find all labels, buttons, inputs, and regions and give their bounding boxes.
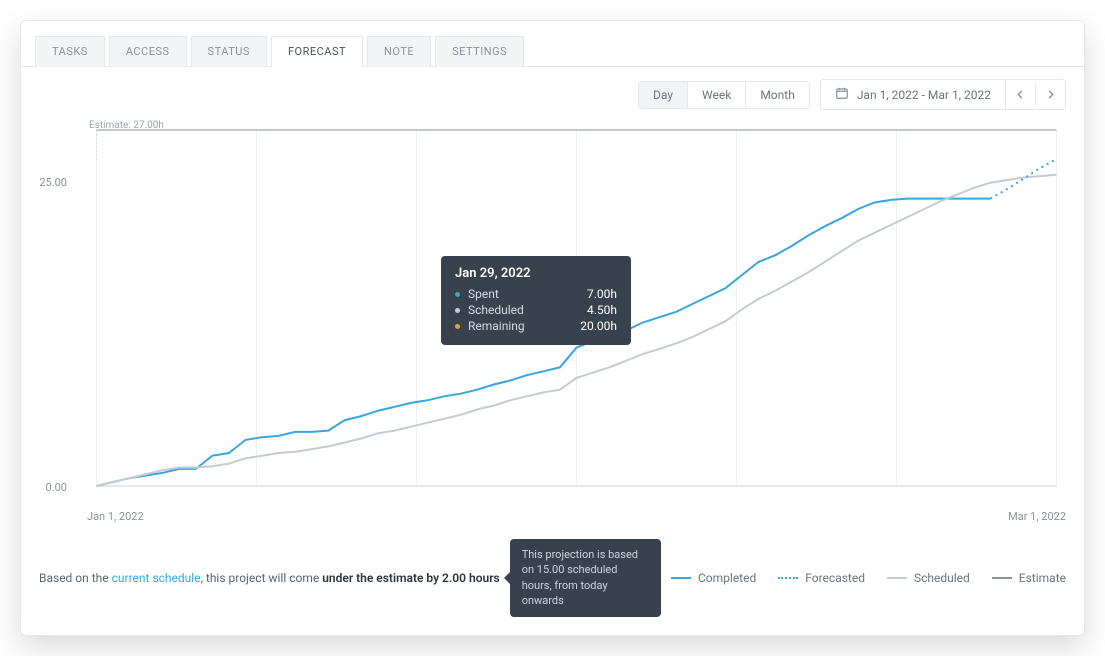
projection-summary: Based on the current schedule, this proj…	[39, 571, 500, 585]
legend-item-scheduled: Scheduled	[887, 571, 970, 585]
forecast-card: TASKSACCESSSTATUSFORECASTNOTESETTINGS Da…	[20, 20, 1085, 636]
x-axis-labels: Jan 1, 2022 Mar 1, 2022	[21, 506, 1084, 529]
tooltip-remaining-label: Remaining	[468, 319, 572, 333]
date-range-control: Jan 1, 2022 - Mar 1, 2022	[820, 79, 1066, 110]
calendar-icon	[835, 86, 849, 103]
legend-label: Scheduled	[914, 571, 970, 585]
view-mode-segment: DayWeekMonth	[638, 81, 810, 109]
date-next-button[interactable]	[1035, 84, 1065, 105]
legend-swatch	[992, 577, 1012, 579]
dot-spent	[455, 292, 460, 297]
tooltip-spent-label: Spent	[468, 287, 579, 301]
tab-settings[interactable]: SETTINGS	[435, 36, 524, 67]
date-prev-button[interactable]	[1006, 84, 1035, 105]
current-schedule-link[interactable]: current schedule	[112, 571, 201, 585]
tooltip-scheduled-label: Scheduled	[468, 303, 579, 317]
date-range-input[interactable]: Jan 1, 2022 - Mar 1, 2022	[821, 80, 1006, 109]
view-mode-month[interactable]: Month	[746, 82, 808, 108]
legend-label: Completed	[698, 571, 756, 585]
dot-scheduled	[455, 308, 460, 313]
view-mode-week[interactable]: Week	[688, 82, 746, 108]
footer: Based on the current schedule, this proj…	[21, 529, 1084, 635]
x-start-label: Jan 1, 2022	[87, 510, 144, 523]
legend-label: Forecasted	[805, 571, 865, 585]
tab-forecast[interactable]: FORECAST	[271, 36, 363, 67]
legend-label: Estimate	[1019, 571, 1066, 585]
tab-bar: TASKSACCESSSTATUSFORECASTNOTESETTINGS	[21, 21, 1084, 67]
legend-item-forecasted: Forecasted	[778, 571, 865, 585]
tooltip-scheduled: 4.50h	[587, 303, 617, 317]
dot-remaining	[455, 324, 460, 329]
tooltip-spent: 7.00h	[587, 287, 617, 301]
tooltip-remaining: 20.00h	[580, 319, 617, 333]
legend-item-completed: Completed	[671, 571, 756, 585]
tooltip-date: Jan 29, 2022	[455, 266, 617, 281]
x-end-label: Mar 1, 2022	[1008, 510, 1066, 523]
series-forecasted	[990, 159, 1056, 199]
projection-balloon: This projection is based on 15.00 schedu…	[510, 539, 661, 617]
legend-item-estimate: Estimate	[992, 571, 1066, 585]
tab-note[interactable]: NOTE	[367, 36, 431, 67]
chart-area: Estimate: 27.00h 25.00 0.00 Jan 29	[21, 116, 1084, 506]
y-tick-0: 0.00	[27, 481, 67, 494]
tab-access[interactable]: ACCESS	[109, 36, 187, 67]
estimate-label: Estimate: 27.00h	[89, 120, 164, 131]
tab-tasks[interactable]: TASKS	[35, 36, 105, 67]
tab-status[interactable]: STATUS	[191, 36, 267, 67]
legend-swatch	[887, 577, 907, 579]
chart-tooltip: Jan 29, 2022 Spent 7.00h Scheduled 4.50h…	[441, 256, 631, 345]
legend-swatch	[671, 577, 691, 579]
legend-swatch	[778, 577, 798, 579]
chart-controls: DayWeekMonth Jan 1, 2022 - Mar 1, 2022	[21, 67, 1084, 116]
date-range-text: Jan 1, 2022 - Mar 1, 2022	[857, 88, 991, 102]
y-tick-25: 25.00	[27, 176, 67, 189]
view-mode-day[interactable]: Day	[639, 82, 688, 108]
legend: Completed Forecasted Scheduled Estimate	[671, 571, 1066, 585]
